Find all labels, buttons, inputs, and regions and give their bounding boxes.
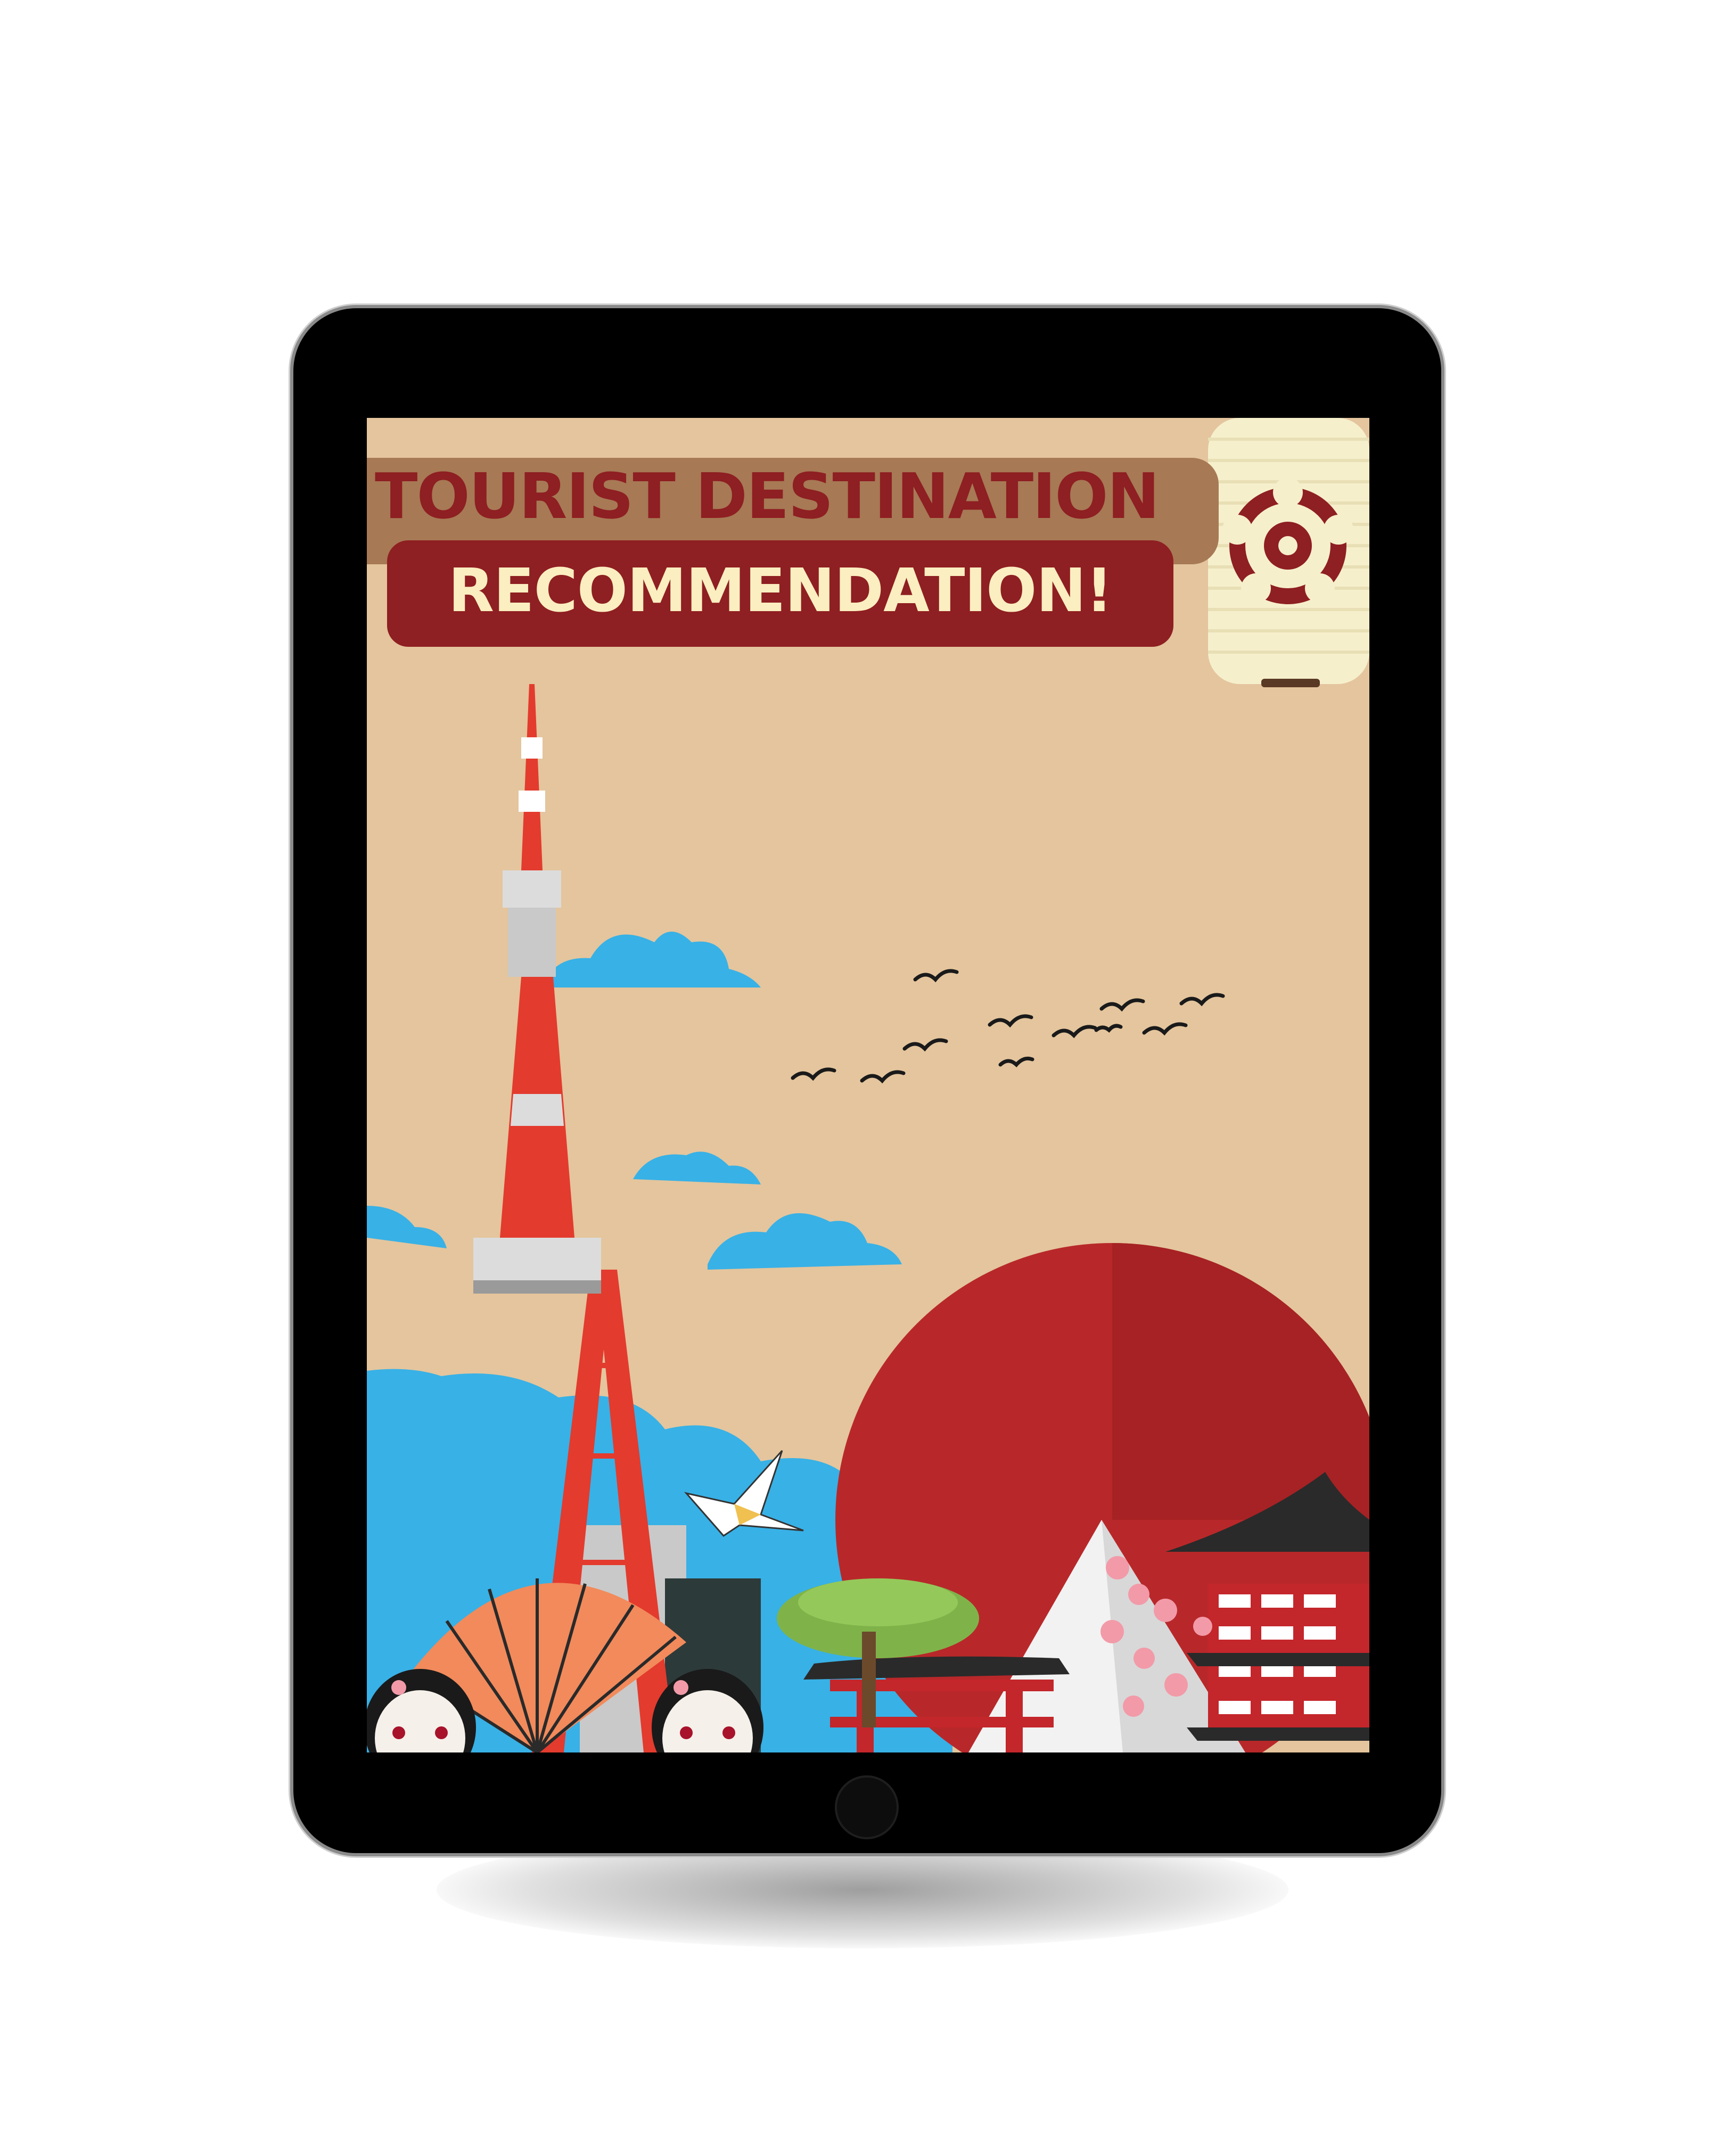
tablet-screen: TOURIST DESTINATION RECOMMENDATION!	[367, 418, 1369, 1752]
cloud-4	[708, 1213, 902, 1270]
lantern-icon	[1208, 418, 1369, 687]
birds-icon	[791, 969, 1225, 1084]
home-button-icon[interactable]	[835, 1775, 899, 1839]
title-line-1: TOURIST DESTINATION	[375, 459, 1160, 533]
cloud-3	[633, 1151, 761, 1184]
cloud-2	[367, 1206, 447, 1248]
sun-shade	[1112, 1243, 1369, 1520]
title-line-2: RECOMMENDATION!	[448, 556, 1113, 626]
cloud-1	[543, 932, 761, 988]
